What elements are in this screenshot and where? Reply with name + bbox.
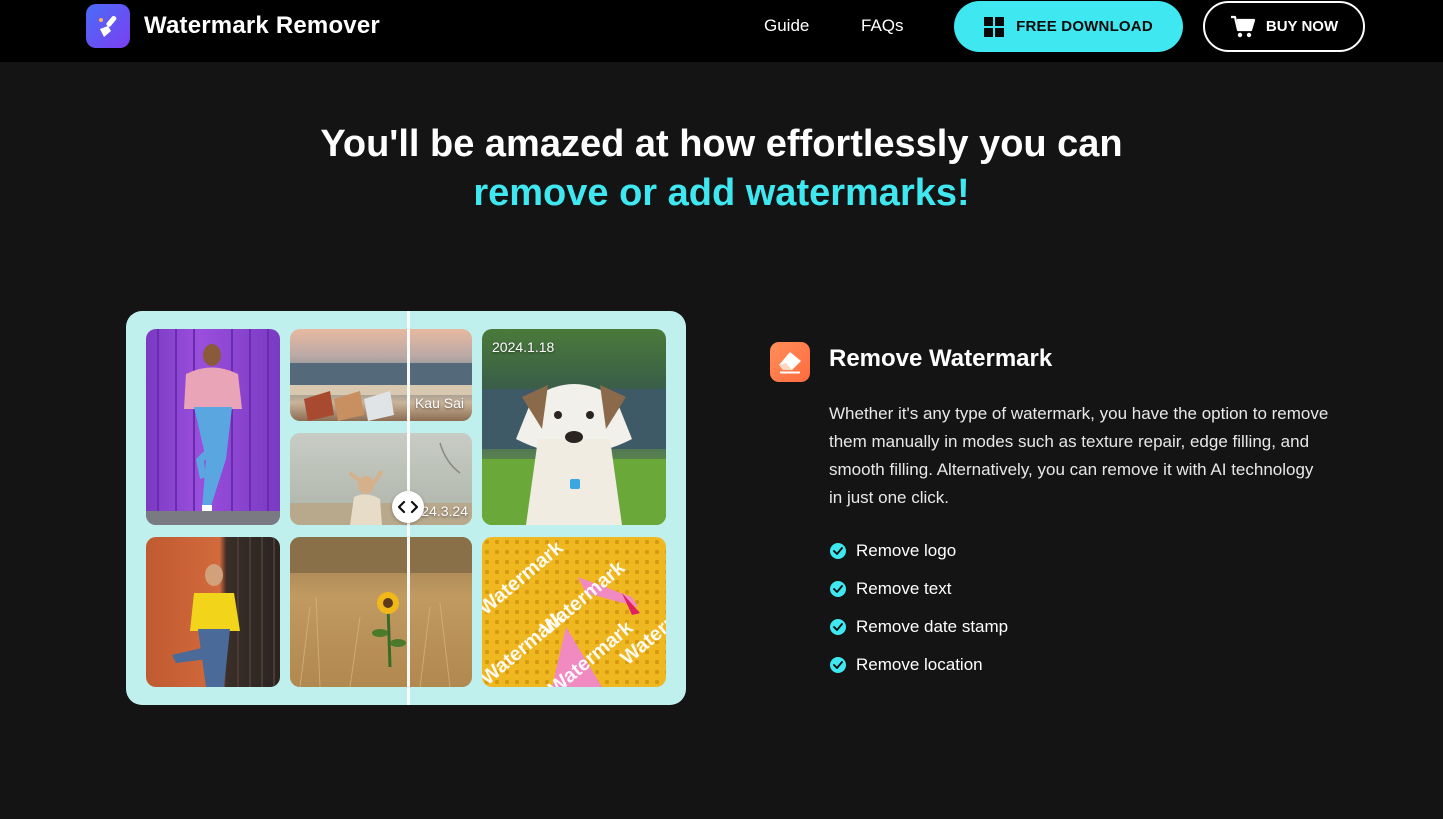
list-item-label: Remove date stamp: [856, 617, 1009, 636]
free-download-button[interactable]: FREE DOWNLOAD: [954, 1, 1183, 52]
brand[interactable]: Watermark Remover: [86, 4, 380, 48]
checkmark-icon: [830, 543, 846, 559]
left-right-arrows-icon: [398, 500, 418, 514]
buy-now-label: BUY NOW: [1265, 18, 1339, 35]
photo-sunflower-field: [290, 537, 472, 687]
list-item: Remove date stamp: [830, 608, 1008, 646]
list-item: Remove logo: [830, 532, 1008, 570]
list-item-label: Remove logo: [856, 541, 957, 560]
cart-icon: [1230, 15, 1255, 37]
brush-logo-icon: [86, 4, 130, 48]
date-stamp-dog: 2024.1.18: [492, 339, 555, 355]
windows-icon: [984, 16, 1005, 37]
compare-slider-handle[interactable]: [392, 491, 424, 523]
photo-dog: 2024.1.18: [482, 329, 666, 525]
photo-girl-field: 24.3.24: [290, 433, 472, 525]
hero-line-1: You'll be amazed at how effortlessly you…: [320, 123, 1123, 165]
brand-name: Watermark Remover: [144, 12, 380, 39]
list-item: Remove text: [830, 570, 1008, 608]
checkmark-icon: [830, 657, 846, 673]
photo-woman-purple-wall: [146, 329, 280, 525]
date-stamp: 24.3.24: [421, 503, 468, 519]
checkmark-icon: [830, 619, 846, 635]
photo-beach: Kau Sai: [290, 329, 472, 421]
photo-boy-yellow-shirt: [146, 537, 280, 687]
nav-link-faqs[interactable]: FAQs: [861, 16, 904, 36]
free-download-label: FREE DOWNLOAD: [1016, 18, 1153, 35]
feature-title: Remove Watermark: [829, 345, 1053, 372]
top-nav: Watermark Remover Guide FAQs FREE DOWNLO…: [0, 0, 1443, 62]
feature-description: Whether it's any type of watermark, you …: [829, 404, 1329, 507]
hero-line-2: remove or add watermarks!: [473, 172, 970, 214]
list-item: Remove location: [830, 646, 1008, 684]
location-stamp: Kau Sai: [414, 395, 464, 411]
feature-checklist: Remove logo Remove text Remove date stam…: [830, 532, 1008, 684]
checkmark-icon: [830, 581, 846, 597]
before-after-showcase: Kau Sai 24.3.24 2024.1.18 Watermark Wate…: [126, 311, 686, 705]
list-item-label: Remove location: [856, 655, 983, 674]
list-item-label: Remove text: [856, 579, 952, 598]
eraser-icon: [770, 342, 810, 382]
photo-yellow-watermarked: Watermark Watermark Watermark Watermark …: [482, 537, 666, 687]
hero-headline: You'll be amazed at how effortlessly you…: [0, 120, 1443, 218]
buy-now-button[interactable]: BUY NOW: [1203, 1, 1365, 52]
nav-link-guide[interactable]: Guide: [764, 16, 809, 36]
